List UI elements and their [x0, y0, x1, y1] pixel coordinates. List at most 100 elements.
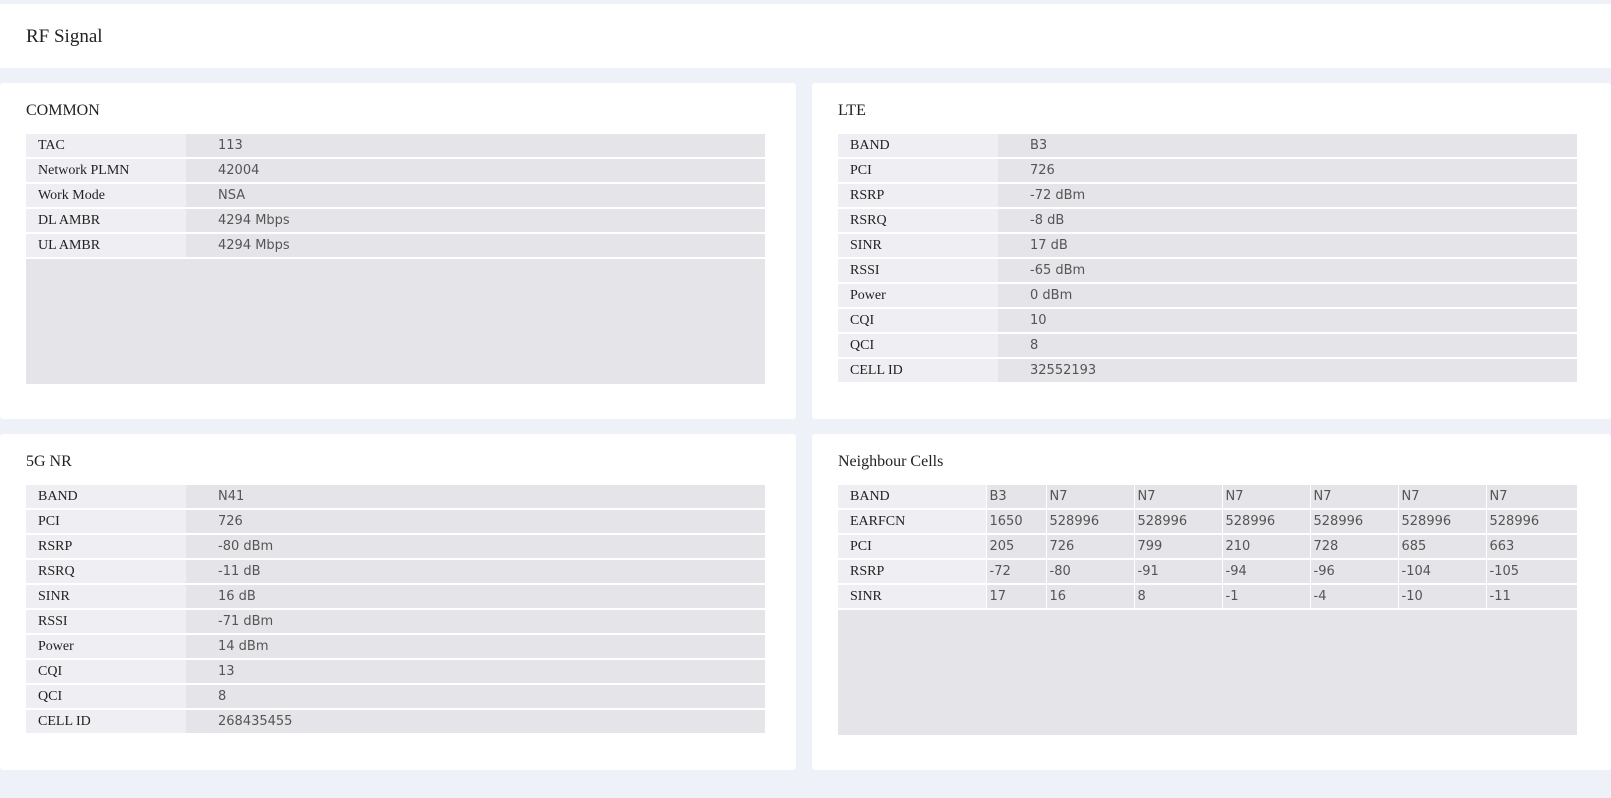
table-cell: 17	[985, 584, 1046, 610]
row-value: 10	[998, 308, 1577, 334]
row-label: CQI	[26, 659, 186, 685]
table-row: SINR 16 dB	[26, 584, 765, 610]
row-label: QCI	[838, 333, 998, 359]
table-cell: 210	[1221, 534, 1310, 560]
neighbour-card: Neighbour Cells BAND B3 N7 N7 N7 N7 N7 N…	[812, 434, 1611, 770]
row-value: -72 dBm	[998, 183, 1577, 209]
table-row: Work Mode NSA	[26, 183, 765, 209]
row-value: 4294 Mbps	[186, 233, 765, 259]
table-cell: -94	[1221, 559, 1310, 585]
row-label: Network PLMN	[26, 158, 186, 184]
row-value: -8 dB	[998, 208, 1577, 234]
table-cell: N7	[1309, 485, 1398, 510]
table-cell: -72	[985, 559, 1046, 585]
common-table: TAC 113 Network PLMN 42004 Work Mode NSA DL…	[26, 134, 765, 259]
nr-card: 5G NR BAND N41 PCI 726 RSRP -80 dBm RSRQ -11…	[0, 434, 796, 770]
table-cell: 728	[1309, 534, 1398, 560]
row-label: BAND	[26, 485, 186, 510]
row-label: UL AMBR	[26, 233, 186, 259]
page-header: RF Signal	[0, 4, 1611, 68]
table-cell: -104	[1397, 559, 1486, 585]
row-value: 4294 Mbps	[186, 208, 765, 234]
lte-title: LTE	[838, 102, 866, 119]
table-cell: 205	[985, 534, 1046, 560]
table-cell: 1650	[985, 509, 1046, 535]
row-label: QCI	[26, 684, 186, 710]
table-row: SINR 17 dB	[838, 233, 1577, 259]
table-cell: N7	[1133, 485, 1222, 510]
row-value: -65 dBm	[998, 258, 1577, 284]
row-value: 16 dB	[186, 584, 765, 610]
row-value: B3	[998, 134, 1577, 159]
row-value: 17 dB	[998, 233, 1577, 259]
row-label: SINR	[838, 233, 998, 259]
row-value: 113	[186, 134, 765, 159]
table-row: DL AMBR 4294 Mbps	[26, 208, 765, 234]
row-label: TAC	[26, 134, 186, 159]
table-row: TAC 113	[26, 134, 765, 159]
row-label: BAND	[838, 134, 998, 159]
table-row: CQI 10	[838, 308, 1577, 334]
common-title: COMMON	[26, 102, 100, 119]
row-label: CELL ID	[838, 358, 998, 384]
row-label: Power	[26, 634, 186, 660]
table-cell: 528996	[1133, 509, 1222, 535]
table-row: CELL ID 32552193	[838, 358, 1577, 384]
table-row: QCI 8	[26, 684, 765, 710]
table-cell: 528996	[1309, 509, 1398, 535]
table-cell: -80	[1045, 559, 1134, 585]
table-row: CQI 13	[26, 659, 765, 685]
table-row: RSSI -71 dBm	[26, 609, 765, 635]
row-label: RSRQ	[838, 208, 998, 234]
neighbour-title: Neighbour Cells	[838, 453, 944, 470]
table-cell: -1	[1221, 584, 1310, 610]
row-label: EARFCN	[838, 509, 986, 535]
table-cell: N7	[1397, 485, 1486, 510]
table-cell: 528996	[1045, 509, 1134, 535]
table-cell: -10	[1397, 584, 1486, 610]
table-cell: N7	[1485, 485, 1577, 510]
row-label: CELL ID	[26, 709, 186, 735]
common-table-wrap: TAC 113 Network PLMN 42004 Work Mode NSA DL…	[26, 134, 765, 384]
table-cell: 528996	[1485, 509, 1577, 535]
row-label: CQI	[838, 308, 998, 334]
table-row: BAND N41	[26, 485, 765, 510]
table-cell: -11	[1485, 584, 1577, 610]
table-row: PCI 726	[26, 509, 765, 535]
table-cell: 685	[1397, 534, 1486, 560]
row-label: RSSI	[838, 258, 998, 284]
row-value: 13	[186, 659, 765, 685]
table-row: RSSI -65 dBm	[838, 258, 1577, 284]
row-label: Power	[838, 283, 998, 309]
row-value: 726	[998, 158, 1577, 184]
table-row: QCI 8	[838, 333, 1577, 359]
row-label: RSRP	[838, 183, 998, 209]
row-value: -71 dBm	[186, 609, 765, 635]
row-value: -11 dB	[186, 559, 765, 585]
table-cell: 8	[1133, 584, 1222, 610]
page-title: RF Signal	[26, 26, 103, 47]
nr-table-wrap: BAND N41 PCI 726 RSRP -80 dBm RSRQ -11 dB SI…	[26, 485, 765, 735]
table-row: BAND B3 N7 N7 N7 N7 N7 N7	[838, 485, 1577, 510]
common-card: COMMON TAC 113 Network PLMN 42004 Work Mod…	[0, 83, 796, 419]
table-cell: 663	[1485, 534, 1577, 560]
row-value: NSA	[186, 183, 765, 209]
table-row: Network PLMN 42004	[26, 158, 765, 184]
table-cell: 726	[1045, 534, 1134, 560]
table-row: RSRP -80 dBm	[26, 534, 765, 560]
row-value: 42004	[186, 158, 765, 184]
row-label: DL AMBR	[26, 208, 186, 234]
table-row: RSRP -72 dBm	[838, 183, 1577, 209]
row-label: SINR	[838, 584, 986, 610]
table-row: Power 0 dBm	[838, 283, 1577, 309]
table-row: EARFCN 1650 528996 528996 528996 528996 …	[838, 509, 1577, 535]
row-value: 14 dBm	[186, 634, 765, 660]
row-label: RSSI	[26, 609, 186, 635]
table-cell: -4	[1309, 584, 1398, 610]
row-value: -80 dBm	[186, 534, 765, 560]
table-cell: 528996	[1221, 509, 1310, 535]
table-cell: N7	[1221, 485, 1310, 510]
table-row: Power 14 dBm	[26, 634, 765, 660]
table-row: RSRQ -8 dB	[838, 208, 1577, 234]
table-row: PCI 726	[838, 158, 1577, 184]
